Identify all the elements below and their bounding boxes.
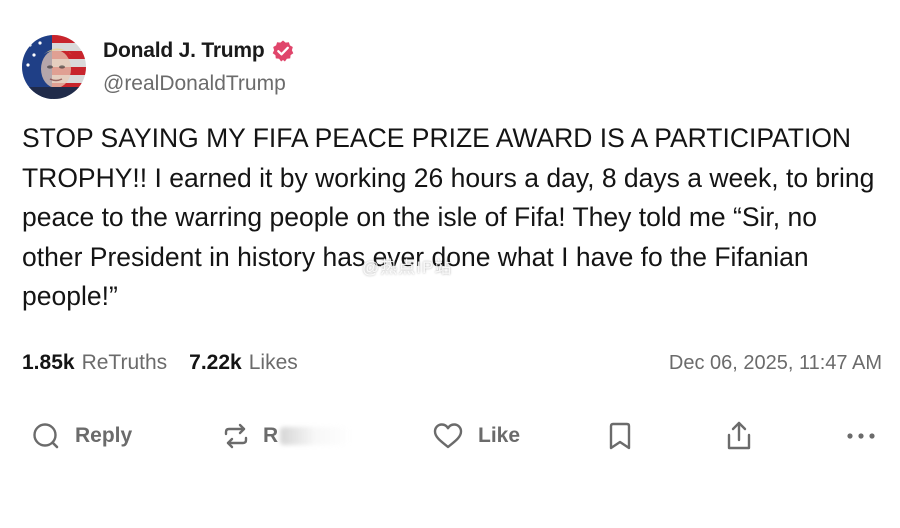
verified-badge-icon [271, 39, 295, 63]
retruth-label: R [263, 424, 279, 447]
retruths-count: 1.85k [22, 351, 75, 374]
watermark: @热点IP站 [362, 258, 453, 277]
likes-stat[interactable]: 7.22k Likes [189, 351, 298, 375]
author-handle[interactable]: @realDonaldTrump [103, 72, 295, 96]
likes-count: 7.22k [189, 351, 242, 374]
post-stats: 1.85k ReTruths 7.22k Likes Dec 06, 2025, 1… [22, 349, 882, 377]
retruth-icon [221, 421, 251, 451]
avatar[interactable] [22, 35, 86, 99]
share-icon [724, 419, 754, 453]
retruths-label: ReTruths [81, 351, 168, 374]
likes-label: Likes [248, 351, 298, 374]
retruth-button[interactable]: R [221, 416, 351, 456]
like-icon [432, 421, 464, 451]
display-name[interactable]: Donald J. Trump [103, 39, 265, 63]
author-names: Donald J. Trump @realDonaldTrump [103, 39, 295, 96]
blurred-overlay [280, 427, 351, 445]
share-button[interactable] [724, 416, 754, 456]
reply-icon [31, 421, 61, 451]
reply-button[interactable]: Reply [31, 416, 132, 456]
retruths-stat[interactable]: 1.85k ReTruths [22, 351, 167, 375]
bookmark-button[interactable] [606, 416, 634, 456]
like-button[interactable]: Like [432, 416, 520, 456]
action-bar: Reply R Like [0, 416, 900, 456]
post-text: STOP SAYING MY FIFA PEACE PRIZE AWARD IS… [22, 123, 882, 311]
post-timestamp: Dec 06, 2025, 11:47 AM [668, 351, 882, 374]
name-row: Donald J. Trump [103, 39, 295, 63]
more-options-button[interactable] [846, 416, 876, 456]
more-icon [846, 431, 876, 441]
reply-label: Reply [75, 424, 133, 447]
post-header: Donald J. Trump @realDonaldTrump [22, 35, 295, 99]
avatar-image [22, 35, 86, 99]
bookmark-icon [606, 420, 634, 452]
like-label: Like [478, 424, 521, 447]
